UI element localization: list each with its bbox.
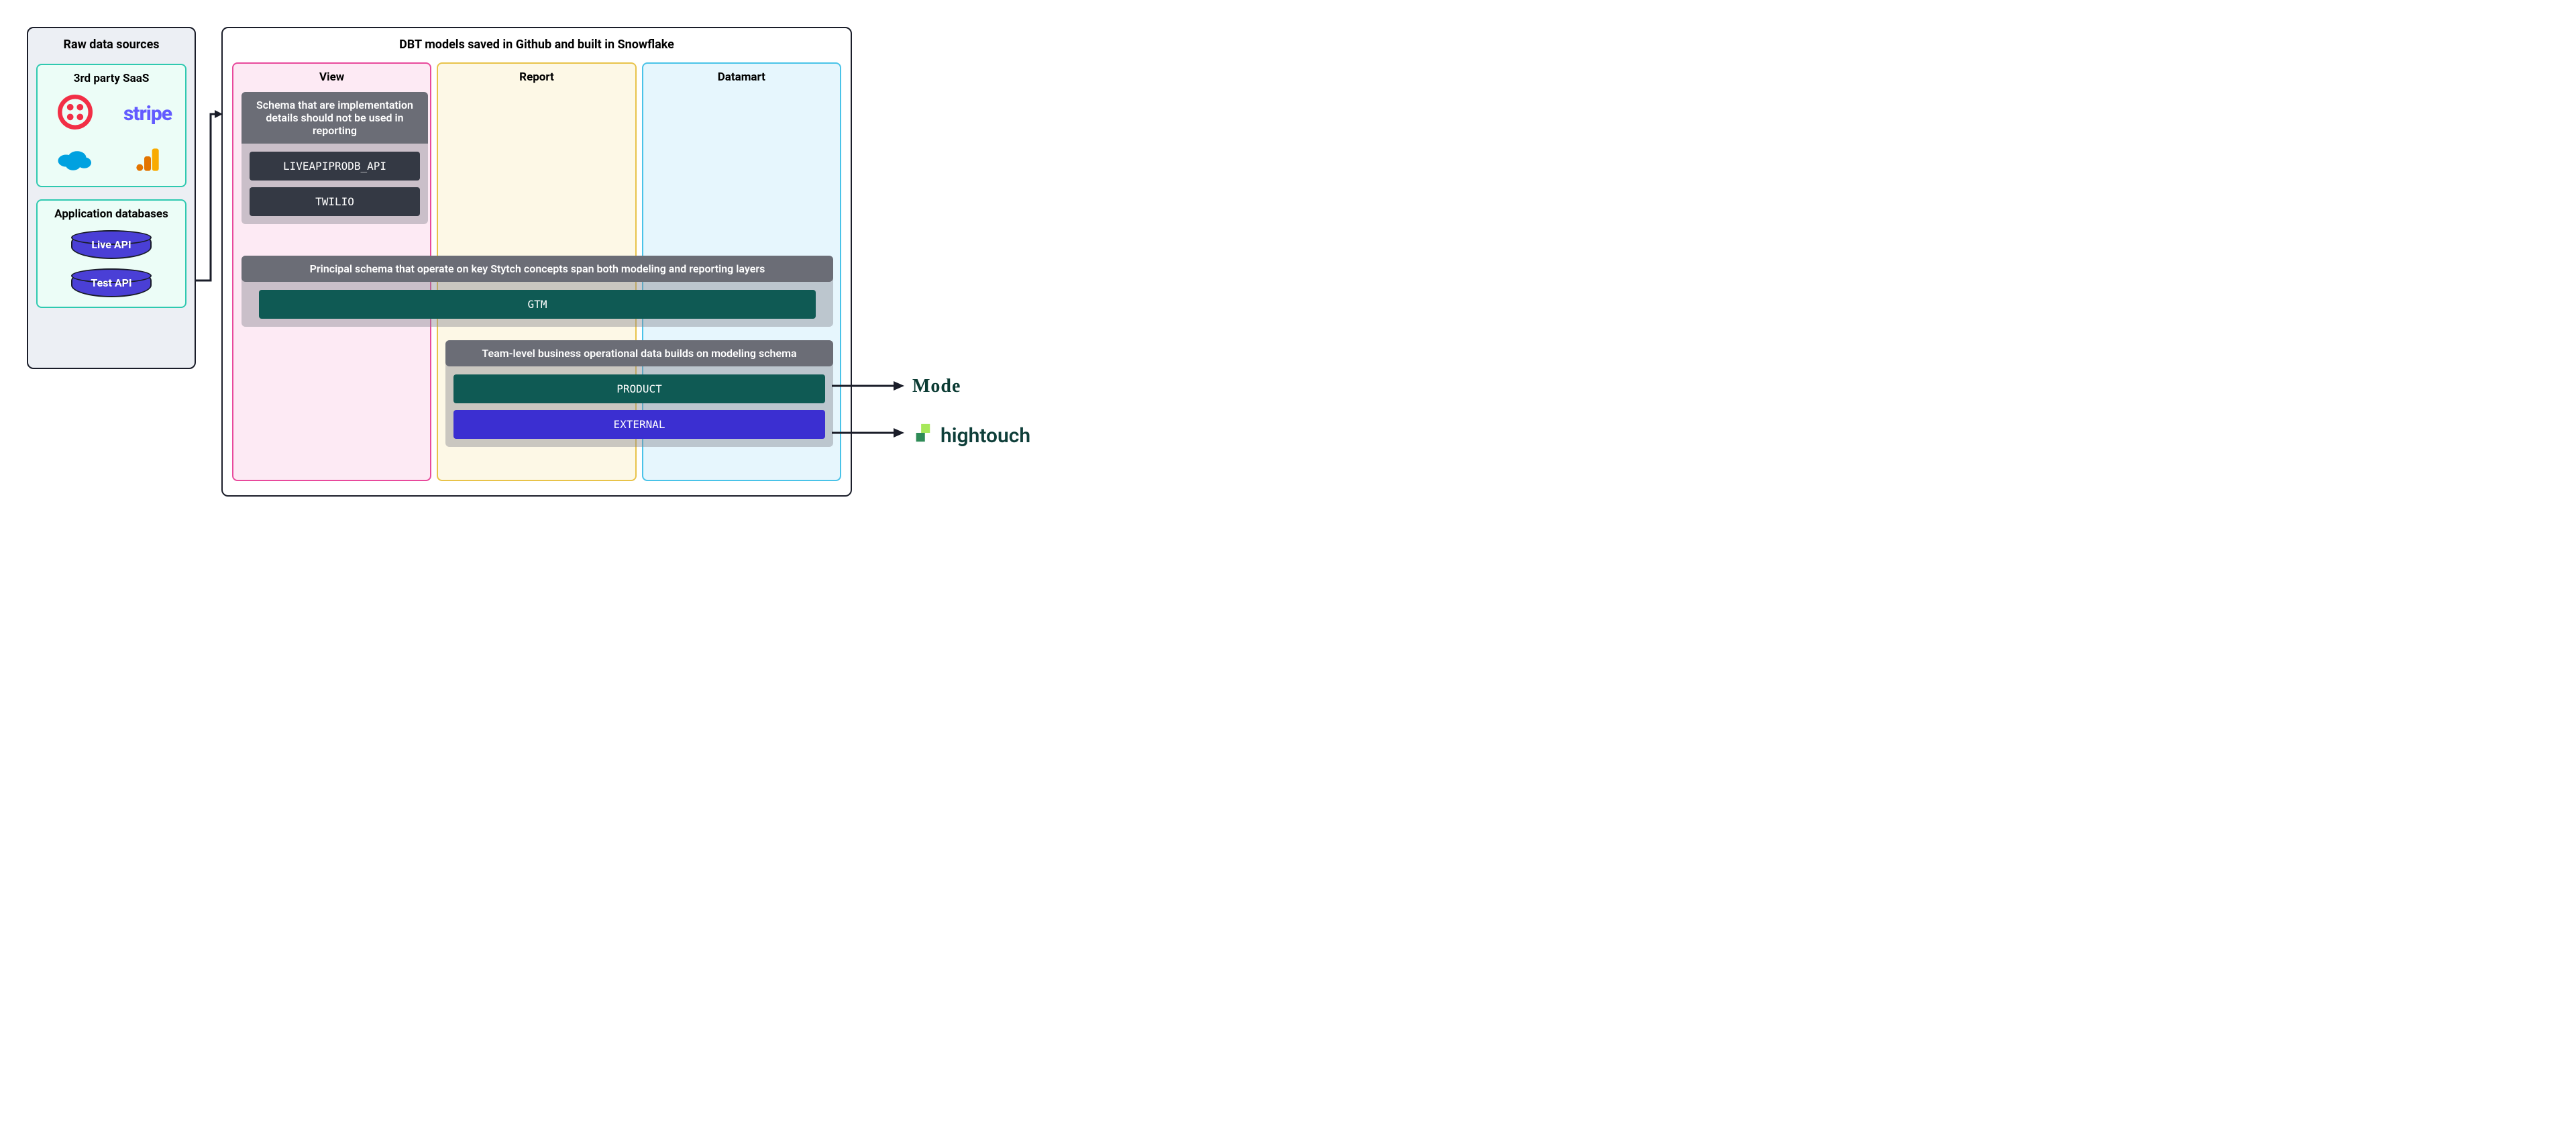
schema-external: EXTERNAL [453, 410, 825, 439]
arrow-raw-to-dbt [196, 107, 223, 282]
schema-gtm: GTM [259, 290, 816, 319]
principal-schema-header: Principal schema that operate on key Sty… [241, 256, 833, 282]
raw-data-sources-panel: Raw data sources 3rd party SaaS stripe A… [27, 27, 196, 369]
hightouch-icon [912, 423, 932, 448]
diagram-canvas: Raw data sources 3rd party SaaS stripe A… [27, 27, 1048, 510]
report-column-title: Report [438, 70, 635, 84]
team-schema-group: Team-level business operational data bui… [445, 340, 833, 447]
principal-schema-group: Principal schema that operate on key Sty… [241, 256, 833, 327]
salesforce-icon [55, 146, 95, 176]
dbt-columns: View Report Datamart Schema that are imp… [232, 62, 841, 481]
application-databases-panel: Application databases Live API Test API [36, 199, 186, 308]
google-analytics-icon [134, 146, 161, 176]
appdb-title: Application databases [46, 207, 177, 221]
live-api-db: Live API [71, 230, 152, 259]
datamart-column-title: Datamart [643, 70, 840, 84]
arrow-product-to-mode [832, 379, 906, 393]
saas-title: 3rd party SaaS [46, 72, 177, 85]
view-column-title: View [233, 70, 430, 84]
stripe-icon: stripe [123, 102, 172, 125]
implementation-schema-header: Schema that are implementation details s… [241, 92, 428, 144]
schema-twilio: TWILIO [250, 187, 420, 216]
twilio-icon [58, 95, 93, 132]
raw-title: Raw data sources [36, 38, 186, 52]
dbt-title: DBT models saved in Github and built in … [232, 38, 841, 52]
implementation-schema-group: Schema that are implementation details s… [241, 92, 428, 224]
destination-mode: Mode [912, 376, 961, 397]
team-schema-header: Team-level business operational data bui… [445, 340, 833, 366]
third-party-saas-panel: 3rd party SaaS stripe [36, 64, 186, 187]
hightouch-label: hightouch [941, 424, 1030, 448]
schema-liveapi: LIVEAPIPRODB_API [250, 152, 420, 181]
arrow-external-to-hightouch [832, 426, 906, 440]
test-api-db: Test API [71, 268, 152, 297]
schema-product: PRODUCT [453, 374, 825, 403]
dbt-models-panel: DBT models saved in Github and built in … [221, 27, 852, 497]
destination-hightouch: hightouch [912, 423, 1030, 448]
